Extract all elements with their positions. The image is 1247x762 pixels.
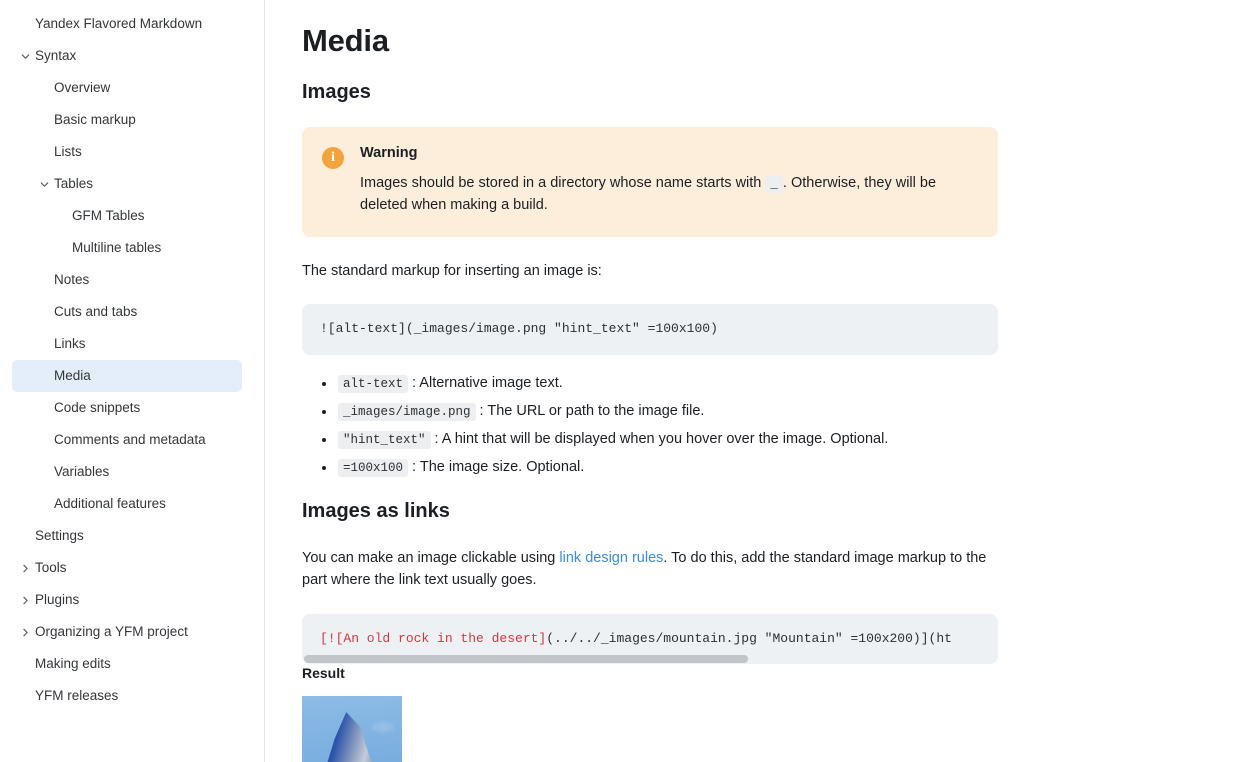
warning-body: Warning Images should be stored in a dir… xyxy=(360,145,978,217)
list-item: _images/image.png : The URL or path to t… xyxy=(322,401,998,422)
sidebar-item-label: Variables xyxy=(54,464,110,480)
sidebar-item-label: Tables xyxy=(54,176,94,192)
inline-code-underscore: _ xyxy=(765,175,783,194)
inline-code: _images/image.png xyxy=(338,402,476,421)
sidebar-item-syntax[interactable]: Syntax xyxy=(12,40,242,72)
sidebar-item-media[interactable]: Media xyxy=(12,360,242,392)
sidebar-item-label: Plugins xyxy=(35,592,80,608)
paragraph-text-before: You can make an image clickable using xyxy=(302,550,560,567)
chevron-right-icon[interactable] xyxy=(18,593,32,607)
sidebar-item-label: Additional features xyxy=(54,496,166,512)
sidebar-item-label: GFM Tables xyxy=(72,208,145,224)
intro-paragraph: The standard markup for inserting an ima… xyxy=(302,262,602,279)
sidebar-item-organizing-a-yfm-project[interactable]: Organizing a YFM project xyxy=(12,616,242,648)
images-as-links-paragraph: You can make an image clickable using li… xyxy=(302,548,998,592)
list-item: =100x100 : The image size. Optional. xyxy=(322,457,998,478)
sidebar-item-overview[interactable]: Overview xyxy=(12,72,242,104)
warning-text: Images should be stored in a directory w… xyxy=(360,173,978,217)
sidebar-item-cuts-and-tabs[interactable]: Cuts and tabs xyxy=(12,296,242,328)
sidebar-item-label: Overview xyxy=(54,80,111,96)
warning-title: Warning xyxy=(360,145,418,162)
warning-text-before: Images should be stored in a directory w… xyxy=(360,175,766,192)
code-plain-segment: (../../_images/mountain.jpg "Mountain" =… xyxy=(546,630,952,646)
sidebar-item-label: Media xyxy=(54,368,91,384)
inline-code: "hint_text" xyxy=(338,430,431,449)
result-image xyxy=(302,696,402,762)
sidebar-item-label: Code snippets xyxy=(54,400,141,416)
code-scrollbar-thumb[interactable] xyxy=(304,654,748,663)
sidebar-item-plugins[interactable]: Plugins xyxy=(12,584,242,616)
sidebar-item-settings[interactable]: Settings xyxy=(12,520,242,552)
sidebar-item-label: Basic markup xyxy=(54,112,136,128)
article-body: Media Images i Warning Images should be … xyxy=(302,0,998,762)
sidebar-item-variables[interactable]: Variables xyxy=(12,456,242,488)
list-item-text: : Alternative image text. xyxy=(408,374,563,391)
sidebar-item-links[interactable]: Links xyxy=(12,328,242,360)
chevron-down-icon[interactable] xyxy=(18,49,32,63)
chevron-down-icon[interactable] xyxy=(37,177,51,191)
link-design-rules-link[interactable]: link design rules xyxy=(559,550,663,566)
sidebar-item-tools[interactable]: Tools xyxy=(12,552,242,584)
sidebar-item-label: Comments and metadata xyxy=(54,432,206,448)
sidebar-item-label: Notes xyxy=(54,272,90,288)
chevron-right-icon[interactable] xyxy=(18,561,32,575)
markup-parts-list: alt-text : Alternative image text. _image… xyxy=(302,373,998,479)
result-label: Result xyxy=(302,664,345,681)
sidebar-item-label: Links xyxy=(54,336,86,352)
sidebar-item-label: Multiline tables xyxy=(72,240,162,256)
sidebar-item-basic-markup[interactable]: Basic markup xyxy=(12,104,242,136)
inline-code: =100x100 xyxy=(338,459,409,478)
list-item-text: : The URL or path to the image file. xyxy=(475,402,705,419)
sidebar-item-gfm-tables[interactable]: GFM Tables xyxy=(12,200,242,232)
code-highlighted-segment: [![An old rock in the desert] xyxy=(320,630,547,646)
section-heading-images: Images xyxy=(302,81,371,104)
sidebar-item-label: Yandex Flavored Markdown xyxy=(35,16,203,32)
main-content: Media Images i Warning Images should be … xyxy=(265,0,1247,762)
sidebar-item-label: Lists xyxy=(54,144,82,160)
sidebar-navigation[interactable]: Yandex Flavored Markdown Syntax Overview Ba… xyxy=(0,0,265,762)
info-icon: i xyxy=(322,147,344,170)
code-block-image-link-markup[interactable]: [![An old rock in the desert](../../_ima… xyxy=(302,613,998,664)
list-item-text: : A hint that will be displayed when you… xyxy=(430,430,889,447)
page-title: Media xyxy=(302,23,389,58)
sidebar-item-label: Organizing a YFM project xyxy=(35,624,188,640)
sidebar-item-label: Cuts and tabs xyxy=(54,304,138,320)
sidebar-item-yandex-flavored-markdown[interactable]: Yandex Flavored Markdown xyxy=(12,8,242,40)
sidebar-item-lists[interactable]: Lists xyxy=(12,136,242,168)
sidebar-item-notes[interactable]: Notes xyxy=(12,264,242,296)
sidebar-item-additional-features[interactable]: Additional features xyxy=(12,488,242,520)
documentation-page: Yandex Flavored Markdown Syntax Overview Ba… xyxy=(0,0,1247,762)
section-heading-images-as-links: Images as links xyxy=(302,500,450,523)
list-item: alt-text : Alternative image text. xyxy=(322,373,998,394)
chevron-right-icon[interactable] xyxy=(18,625,32,639)
sidebar-item-multiline-tables[interactable]: Multiline tables xyxy=(12,232,242,264)
sidebar-item-label: Making edits xyxy=(35,656,111,672)
list-item: "hint_text" : A hint that will be displa… xyxy=(322,429,998,450)
sidebar-item-tables[interactable]: Tables xyxy=(12,168,242,200)
sidebar-item-comments-and-metadata[interactable]: Comments and metadata xyxy=(12,424,242,456)
sidebar-item-label: Tools xyxy=(35,560,67,576)
sidebar-item-label: Syntax xyxy=(35,48,77,64)
inline-code: alt-text xyxy=(338,374,409,393)
sidebar-item-label: YFM releases xyxy=(35,688,119,704)
sidebar-item-making-edits[interactable]: Making edits xyxy=(12,648,242,680)
code-block-image-markup[interactable]: ![alt-text](_images/image.png "hint_text… xyxy=(302,304,998,355)
code-scrollbar-track[interactable] xyxy=(302,652,998,664)
sidebar-item-label: Settings xyxy=(35,528,84,544)
sidebar-item-yfm-releases[interactable]: YFM releases xyxy=(12,680,242,712)
list-item-text: : The image size. Optional. xyxy=(408,459,585,476)
sidebar-item-code-snippets[interactable]: Code snippets xyxy=(12,392,242,424)
warning-callout: i Warning Images should be stored in a d… xyxy=(302,127,998,237)
